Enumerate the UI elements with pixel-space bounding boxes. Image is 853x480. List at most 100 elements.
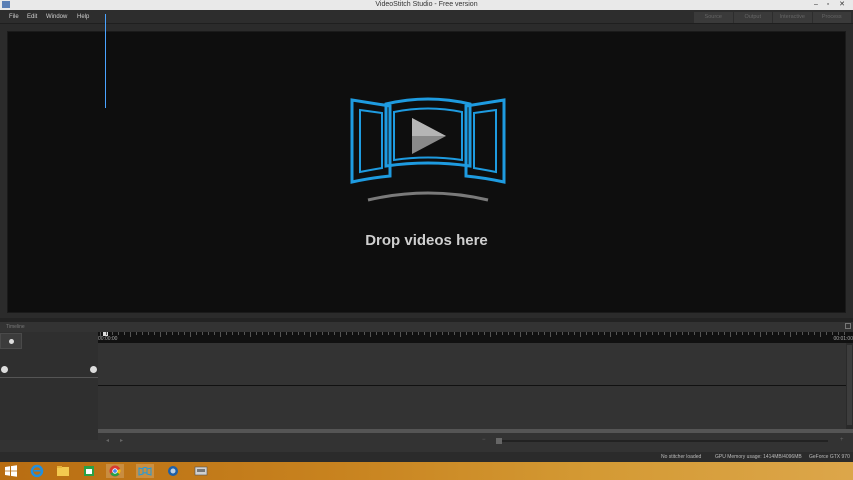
ruler-tick (136, 332, 137, 335)
tab-output[interactable]: Output (733, 12, 772, 23)
timeline-ruler[interactable]: 00:00:00 00:01:00 (98, 332, 853, 343)
menu-edit[interactable]: Edit (27, 10, 37, 24)
ruler-tick (670, 332, 671, 337)
ruler-tick (178, 332, 179, 335)
ruler-tick (664, 332, 665, 335)
internet-explorer-icon[interactable] (28, 464, 46, 478)
ruler-tick (622, 332, 623, 335)
ruler-tick (130, 332, 131, 337)
ruler-tick (844, 332, 845, 335)
menu-bar: File Edit Window Help Source Output Inte… (0, 10, 853, 24)
ruler-tick (112, 332, 113, 335)
close-button[interactable]: ✕ (836, 0, 848, 10)
ruler-tick (574, 332, 575, 335)
mode-tabs: Source Output Interactive Process (694, 12, 852, 23)
ruler-tick (220, 332, 221, 337)
ruler-tick (490, 332, 491, 337)
ruler-tick (232, 332, 233, 335)
ruler-tick (436, 332, 437, 335)
next-keyframe-icon[interactable] (90, 366, 97, 373)
playhead-line[interactable] (105, 14, 106, 108)
track-toggle-button[interactable] (0, 333, 22, 349)
ruler-tick (754, 332, 755, 335)
ruler-tick (166, 332, 167, 335)
timeline-horizontal-scrollbar[interactable] (98, 429, 853, 433)
timeline-tracks[interactable] (98, 343, 846, 429)
scroll-thumb[interactable] (847, 345, 852, 425)
store-icon[interactable] (80, 464, 98, 478)
ruler-tick (202, 332, 203, 335)
ruler-tick (412, 332, 413, 335)
ruler-tick (424, 332, 425, 335)
zoom-in-button[interactable]: + (840, 437, 844, 443)
ruler-tick (580, 332, 581, 337)
ruler-tick (148, 332, 149, 335)
menu-help[interactable]: Help (77, 10, 89, 24)
gpu-memory-status: GPU Memory usage: 1414MB/4096MB (715, 454, 802, 460)
ruler-tick (250, 332, 251, 337)
ruler-tick (262, 332, 263, 335)
ruler-tick (808, 332, 809, 335)
ruler-tick (430, 332, 431, 337)
windows-taskbar (0, 462, 853, 480)
videostitch-logo-icon (350, 97, 506, 202)
undock-icon[interactable] (845, 323, 851, 329)
ruler-tick (724, 332, 725, 335)
ruler-tick (496, 332, 497, 335)
file-explorer-icon[interactable] (54, 464, 72, 478)
ruler-tick (586, 332, 587, 335)
ruler-tick (208, 332, 209, 335)
ruler-tick (106, 332, 107, 335)
previous-keyframe-icon[interactable] (1, 366, 8, 373)
ruler-tick (706, 332, 707, 335)
ruler-tick (628, 332, 629, 335)
ruler-tick (364, 332, 365, 335)
tab-source[interactable]: Source (694, 12, 733, 23)
drop-videos-label: Drop videos here (365, 232, 488, 249)
zoom-slider-handle[interactable] (496, 438, 502, 444)
videostitch-icon[interactable] (136, 464, 154, 478)
chrome-icon[interactable] (106, 464, 124, 478)
ruler-tick (772, 332, 773, 335)
ruler-tick (460, 332, 461, 337)
ruler-tick (274, 332, 275, 335)
next-frame-button[interactable]: ▸ (120, 437, 123, 444)
timeline-vertical-scrollbar[interactable] (846, 343, 853, 429)
ruler-tick (748, 332, 749, 335)
ruler-tick (376, 332, 377, 335)
ruler-tick (760, 332, 761, 337)
ruler-tick (298, 332, 299, 335)
app-icon[interactable] (164, 464, 182, 478)
ruler-tick (520, 332, 521, 337)
tab-process[interactable]: Process (812, 12, 851, 23)
tab-interactive[interactable]: Interactive (773, 12, 812, 23)
menu-window[interactable]: Window (46, 10, 67, 24)
ruler-tick (712, 332, 713, 335)
ruler-tick (568, 332, 569, 335)
zoom-slider[interactable] (498, 440, 828, 442)
prev-frame-button[interactable]: ◂ (106, 437, 109, 444)
ruler-tick (244, 332, 245, 335)
zoom-out-button[interactable]: − (482, 437, 486, 443)
menu-file[interactable]: File (9, 10, 19, 24)
ruler-tick (796, 332, 797, 335)
ruler-tick (766, 332, 767, 335)
ruler-tick (526, 332, 527, 335)
ruler-tick (544, 332, 545, 335)
minimize-button[interactable]: – (810, 0, 822, 10)
ruler-tick (442, 332, 443, 335)
ruler-tick (388, 332, 389, 335)
ruler-tick (736, 332, 737, 335)
ruler-tick (100, 332, 101, 337)
ruler-tick (556, 332, 557, 335)
windows-start-icon[interactable] (2, 464, 20, 478)
maximize-button[interactable]: ▫ (822, 0, 834, 10)
video-drop-area[interactable]: Drop videos here (7, 31, 846, 313)
terminal-icon[interactable] (192, 464, 210, 478)
ruler-tick (394, 332, 395, 335)
ruler-tick (802, 332, 803, 335)
ruler-tick (838, 332, 839, 335)
ruler-tick (382, 332, 383, 335)
ruler-tick (418, 332, 419, 335)
ruler-tick (550, 332, 551, 337)
